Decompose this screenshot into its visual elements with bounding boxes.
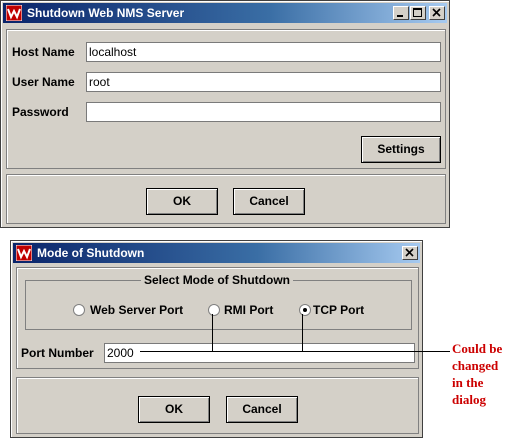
form-panel: Host Name localhost User Name root Passw… (6, 29, 446, 169)
cancel-button[interactable]: Cancel (226, 396, 298, 423)
title-bar[interactable]: Shutdown Web NMS Server (3, 3, 447, 23)
user-name-label: User Name (12, 75, 75, 89)
webnms-logo-icon (6, 5, 22, 21)
ok-button[interactable]: OK (138, 396, 210, 423)
mode-panel: Select Mode of Shutdown Web Server Port … (16, 267, 419, 369)
host-name-label: Host Name (12, 45, 75, 59)
web-server-port-radio[interactable] (73, 304, 85, 316)
host-name-input[interactable]: localhost (86, 42, 441, 62)
radio-selected-dot (303, 308, 307, 312)
annotation-line-tcp (302, 314, 303, 352)
minimize-icon (397, 15, 403, 17)
annotation-line-2: changed (452, 358, 499, 373)
ok-button[interactable]: OK (146, 188, 218, 215)
password-input[interactable] (86, 102, 441, 122)
webnms-logo-icon (16, 245, 32, 261)
button-panel: OK Cancel (16, 377, 419, 434)
button-panel: OK Cancel (6, 174, 446, 224)
close-icon (405, 248, 414, 257)
annotation-line-4: dialog (452, 392, 486, 407)
user-name-input[interactable]: root (86, 72, 441, 92)
cancel-button[interactable]: Cancel (233, 188, 305, 215)
port-number-input[interactable]: 2000 (104, 343, 415, 363)
rmi-port-label[interactable]: RMI Port (224, 303, 273, 317)
maximize-button[interactable] (410, 6, 426, 20)
tcp-port-radio[interactable] (299, 304, 311, 316)
annotation-line-rmi (212, 314, 213, 352)
title-bar[interactable]: Mode of Shutdown (13, 243, 420, 263)
maximize-icon (413, 8, 422, 17)
annotation-line-horizontal (140, 351, 450, 352)
close-button[interactable] (402, 246, 418, 260)
annotation-note: Could be changed in the dialog (452, 340, 512, 408)
window-title: Shutdown Web NMS Server (27, 6, 185, 20)
tcp-port-label[interactable]: TCP Port (313, 303, 364, 317)
port-number-label: Port Number (21, 346, 94, 360)
annotation-line-1: Could be (452, 341, 503, 356)
mode-of-shutdown-window: Mode of Shutdown Select Mode of Shutdown… (10, 240, 423, 438)
settings-button[interactable]: Settings (361, 136, 441, 163)
shutdown-server-window: Shutdown Web NMS Server Host Name localh… (0, 0, 450, 228)
password-label: Password (12, 105, 69, 119)
web-server-port-label[interactable]: Web Server Port (90, 303, 183, 317)
close-button[interactable] (429, 6, 445, 20)
minimize-button[interactable] (393, 6, 409, 20)
rmi-port-radio[interactable] (208, 304, 220, 316)
mode-group-title: Select Mode of Shutdown (141, 273, 293, 287)
window-title: Mode of Shutdown (37, 246, 145, 260)
annotation-line-3: in the (452, 375, 484, 390)
close-icon (432, 8, 441, 17)
